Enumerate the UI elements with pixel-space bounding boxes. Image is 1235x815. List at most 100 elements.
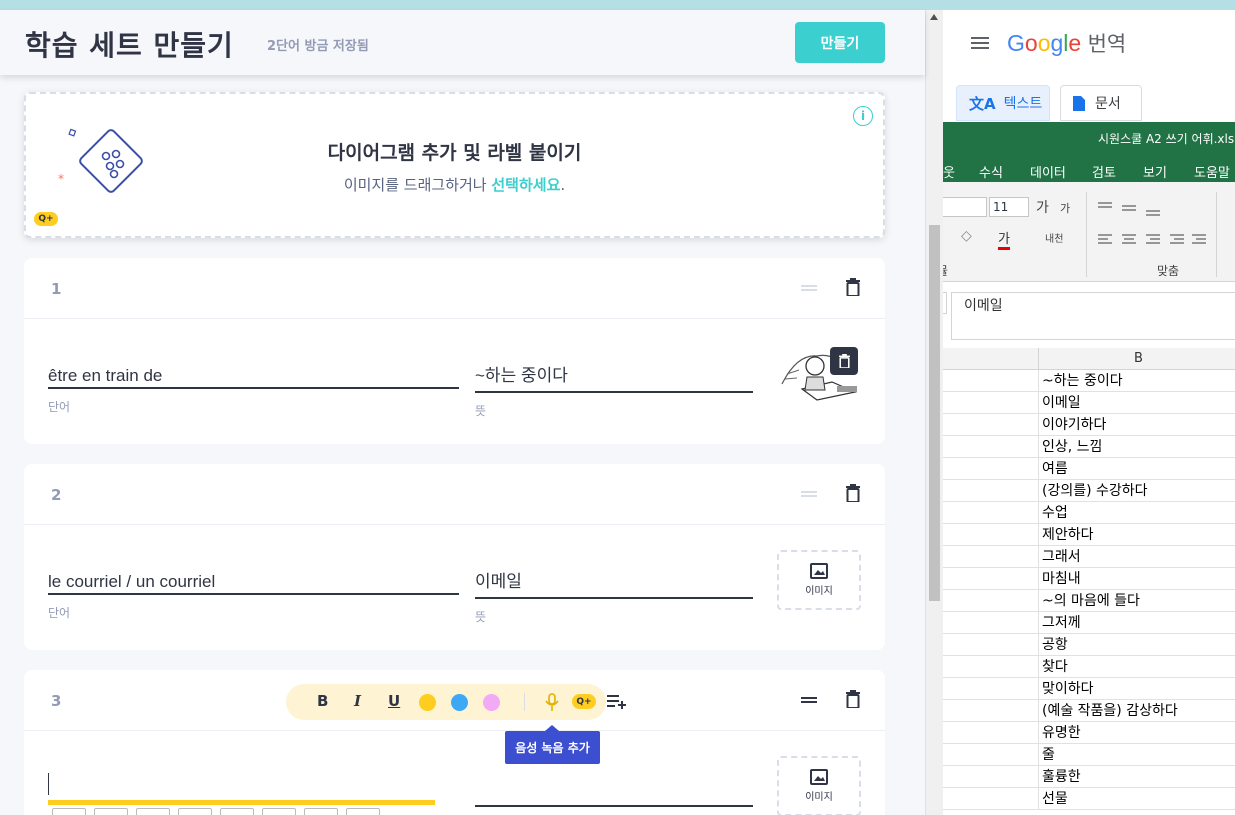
term-input[interactable]: le courriel / un courriel bbox=[48, 569, 459, 595]
cell[interactable]: 선물 bbox=[1038, 788, 1235, 810]
drag-handle-icon[interactable] bbox=[801, 285, 817, 291]
excel-filename: 시원스쿨 A2 쓰기 어휘.xls bbox=[1098, 132, 1235, 146]
add-image-label: 이미지 bbox=[805, 792, 833, 803]
text-cursor bbox=[48, 773, 49, 795]
tab-text[interactable]: 文A 텍스트 bbox=[956, 85, 1050, 121]
tab-documents[interactable]: 문서 bbox=[1060, 85, 1142, 121]
formula-input[interactable]: 이메일 bbox=[951, 292, 1235, 340]
char-key[interactable] bbox=[136, 808, 170, 815]
add-image-button[interactable]: 이미지 bbox=[777, 550, 861, 610]
italic-button[interactable]: I bbox=[354, 692, 361, 710]
microphone-icon[interactable] bbox=[545, 693, 559, 712]
cell[interactable]: 수업 bbox=[1038, 502, 1235, 524]
font-color-icon[interactable]: 가 bbox=[998, 228, 1010, 250]
drag-handle-icon[interactable] bbox=[801, 491, 817, 497]
diagram-dropzone[interactable]: * 다이어그램 추가 및 라벨 붙이기 이미지를 드래그하거나 선택하세요. i… bbox=[24, 92, 885, 238]
cell[interactable]: 유명한 bbox=[1038, 722, 1235, 744]
page-title: 학습 세트 만들기 bbox=[25, 29, 234, 62]
column-header-b[interactable]: B bbox=[1038, 348, 1235, 370]
definition-field[interactable]: 이메일 뜻 bbox=[475, 569, 753, 625]
table-row: 맞이하다 bbox=[943, 678, 1235, 700]
term-input[interactable]: être en train de bbox=[48, 363, 459, 389]
cell[interactable]: 제안하다 bbox=[1038, 524, 1235, 546]
menu-item[interactable]: 웃 bbox=[943, 162, 955, 181]
definition-input[interactable]: ~하는 중이다 bbox=[475, 363, 753, 393]
decrease-font-icon[interactable]: 가 bbox=[1060, 200, 1070, 216]
cell[interactable]: 여름 bbox=[1038, 458, 1235, 480]
cell[interactable]: 줄 bbox=[1038, 744, 1235, 766]
cell[interactable]: ~의 마음에 들다 bbox=[1038, 590, 1235, 612]
delete-image-button[interactable] bbox=[830, 347, 858, 375]
scrollbar-thumb[interactable] bbox=[929, 225, 940, 601]
background-windows: Google 번역 文A 텍스트 문서 시원스쿨 A2 쓰기 어휘.xls 웃 … bbox=[943, 0, 1235, 815]
char-key[interactable] bbox=[304, 808, 338, 815]
cell[interactable]: (강의를) 수강하다 bbox=[1038, 480, 1235, 502]
cell[interactable]: 이메일 bbox=[1038, 392, 1235, 414]
delete-icon[interactable] bbox=[846, 690, 860, 708]
card-divider bbox=[24, 730, 885, 731]
quizlet-plus-badge: Q+ bbox=[34, 212, 58, 226]
delete-icon[interactable] bbox=[846, 484, 860, 502]
menu-item[interactable]: 데이터 bbox=[1030, 162, 1066, 181]
group-label-alignment: 맞춤 bbox=[1157, 264, 1180, 278]
menu-icon[interactable] bbox=[971, 37, 989, 49]
char-key[interactable] bbox=[178, 808, 212, 815]
char-key[interactable] bbox=[262, 808, 296, 815]
definition-input[interactable]: 이메일 bbox=[475, 569, 753, 599]
cell[interactable]: 인상, 느낌 bbox=[1038, 436, 1235, 458]
bold-button[interactable]: B bbox=[317, 692, 328, 710]
scroll-up-icon[interactable] bbox=[930, 14, 938, 20]
term-card: 2 le courriel / un courriel 단어 이메일 뜻 이미지 bbox=[24, 464, 885, 650]
definition-field[interactable]: ~하는 중이다 뜻 bbox=[475, 363, 753, 419]
cell[interactable]: 공항 bbox=[1038, 634, 1235, 656]
menu-item[interactable]: 검토 bbox=[1092, 162, 1116, 181]
vertical-scrollbar[interactable] bbox=[925, 10, 943, 815]
cell[interactable]: (예술 작품을) 감상하다 bbox=[1038, 700, 1235, 722]
font-size-dropdown[interactable]: 11 bbox=[989, 197, 1029, 217]
cell[interactable]: ~하는 중이다 bbox=[1038, 370, 1235, 392]
cell[interactable]: 맞이하다 bbox=[1038, 678, 1235, 700]
alignment-icons[interactable] bbox=[1098, 200, 1208, 260]
drag-handle-icon[interactable] bbox=[801, 697, 817, 703]
highlight-blue-button[interactable] bbox=[451, 694, 468, 711]
char-key[interactable] bbox=[52, 808, 86, 815]
char-key[interactable] bbox=[220, 808, 254, 815]
create-button[interactable]: 만들기 bbox=[795, 22, 885, 63]
highlight-pink-button[interactable] bbox=[483, 694, 500, 711]
term-field[interactable]: le courriel / un courriel 단어 bbox=[48, 569, 459, 621]
underline-button[interactable]: U bbox=[388, 692, 400, 710]
save-status: 2단어 방금 저장됨 bbox=[267, 39, 369, 54]
document-icon bbox=[1073, 95, 1085, 111]
menu-item[interactable]: 도움말 bbox=[1194, 162, 1230, 181]
tab-text-label: 텍스트 bbox=[1003, 96, 1043, 112]
cell[interactable]: 이야기하다 bbox=[1038, 414, 1235, 436]
delete-icon[interactable] bbox=[846, 278, 860, 296]
phonetic-guide-icon[interactable]: 내천 bbox=[1045, 230, 1063, 245]
info-icon[interactable]: i bbox=[853, 106, 873, 126]
fill-color-icon[interactable]: ◇ bbox=[961, 228, 972, 244]
definition-input[interactable] bbox=[475, 805, 753, 807]
font-name-dropdown[interactable] bbox=[943, 197, 987, 217]
cell[interactable]: 그저께 bbox=[1038, 612, 1235, 634]
menu-item[interactable]: 수식 bbox=[979, 162, 1003, 181]
card-image-thumbnail[interactable] bbox=[777, 344, 861, 404]
cell[interactable]: 찾다 bbox=[1038, 656, 1235, 678]
cell[interactable]: 훌륭한 bbox=[1038, 766, 1235, 788]
quizlet-plus-badge: Q+ bbox=[572, 694, 596, 709]
add-list-icon[interactable] bbox=[607, 693, 627, 709]
select-image-link[interactable]: 선택하세요 bbox=[491, 176, 560, 194]
char-key[interactable] bbox=[94, 808, 128, 815]
group-separator bbox=[1086, 192, 1087, 277]
char-key[interactable] bbox=[346, 808, 380, 815]
term-input-focused[interactable] bbox=[48, 800, 435, 805]
add-image-button[interactable]: 이미지 bbox=[777, 756, 861, 815]
highlight-yellow-button[interactable] bbox=[419, 694, 436, 711]
menu-item[interactable]: 보기 bbox=[1143, 162, 1167, 181]
increase-font-icon[interactable]: 가 bbox=[1036, 197, 1049, 217]
table-row: 인상, 느낌 bbox=[943, 436, 1235, 458]
cell[interactable]: 마침내 bbox=[1038, 568, 1235, 590]
cell[interactable]: 그래서 bbox=[1038, 546, 1235, 568]
name-box[interactable] bbox=[943, 292, 947, 314]
table-row: 마침내 bbox=[943, 568, 1235, 590]
term-field[interactable]: être en train de 단어 bbox=[48, 363, 459, 415]
